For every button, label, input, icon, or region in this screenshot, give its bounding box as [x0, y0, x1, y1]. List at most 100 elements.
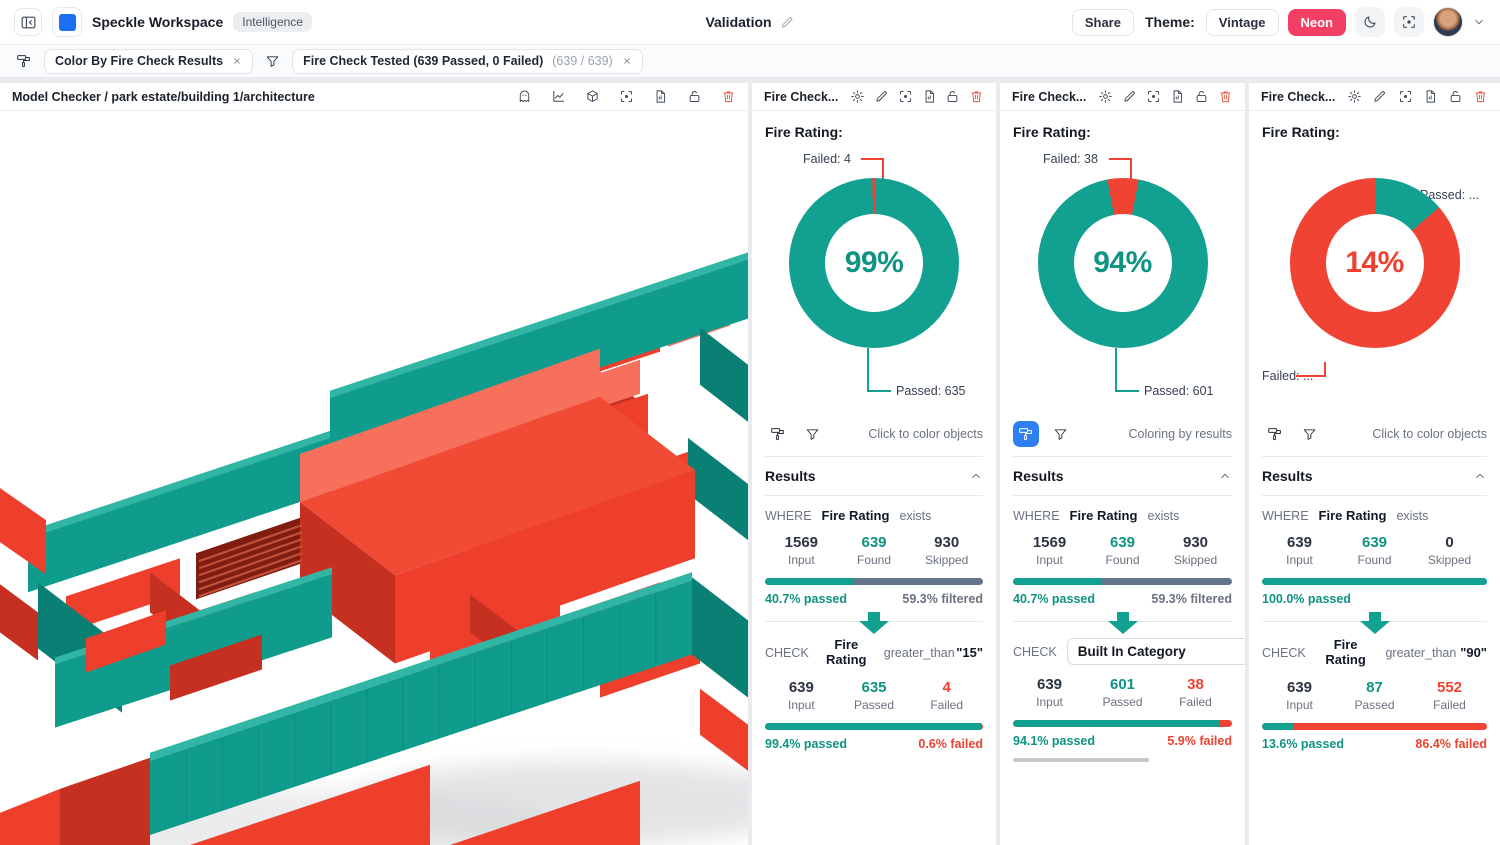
check-clause: CHECK Fire Rating greater_than "90" 639I… — [1262, 621, 1487, 764]
file-icon[interactable] — [1423, 89, 1438, 104]
stat-value: 639 — [1262, 534, 1337, 551]
callout-line — [1109, 158, 1131, 160]
donut-chart: Failed: 4 99% Passed: 635 — [765, 140, 983, 412]
trash-icon[interactable] — [721, 89, 736, 104]
gear-icon[interactable] — [1098, 89, 1113, 104]
trash-icon[interactable] — [969, 89, 984, 104]
check-value: "15" — [956, 645, 983, 660]
chevron-down-icon[interactable] — [1472, 15, 1486, 29]
color-objects-button[interactable] — [765, 421, 791, 447]
horizontal-scrollbar[interactable] — [1013, 758, 1149, 762]
chevron-up-icon — [1473, 469, 1487, 483]
check-field: Fire Rating — [1320, 638, 1372, 668]
funnel-icon — [1302, 427, 1317, 442]
lock-open-icon[interactable] — [1448, 89, 1463, 104]
file-icon[interactable] — [1170, 89, 1185, 104]
check-category-select[interactable]: Built In Category — [1067, 638, 1245, 665]
failed-callout: Failed: 4 — [803, 152, 851, 166]
funnel-icon[interactable] — [265, 54, 280, 69]
failed-note: 5.9% failed — [1167, 734, 1232, 748]
failed-callout: Failed: 38 — [1043, 152, 1098, 166]
results-section-toggle[interactable]: Results — [1013, 456, 1232, 496]
filtered-note: 59.3% filtered — [902, 592, 983, 606]
results-section-toggle[interactable]: Results — [765, 456, 983, 496]
stat-label: Failed — [1159, 695, 1232, 709]
results-section-toggle[interactable]: Results — [1262, 456, 1487, 496]
document-title: Validation — [705, 14, 771, 30]
chevron-up-icon — [969, 469, 983, 483]
focus-mode-button[interactable] — [1394, 7, 1424, 37]
failed-note: 0.6% failed — [918, 737, 983, 751]
building-model — [0, 111, 748, 845]
donut-ring[interactable]: 14% — [1290, 178, 1460, 348]
workspace-logo[interactable] — [52, 7, 82, 37]
panel-collapse-button[interactable] — [14, 8, 42, 36]
stat-value: 639 — [1086, 534, 1159, 551]
isolate-filter-button[interactable] — [1047, 421, 1073, 447]
close-icon[interactable] — [232, 56, 242, 66]
where-op: exists — [899, 509, 931, 523]
avatar[interactable] — [1433, 7, 1463, 37]
moon-icon — [1362, 14, 1378, 30]
speckle-logo-icon — [59, 14, 76, 31]
stat-label: Input — [1013, 553, 1086, 567]
color-objects-button[interactable] — [1262, 421, 1288, 447]
edit-icon[interactable] — [780, 15, 795, 30]
failed-note: 86.4% failed — [1415, 737, 1487, 751]
passed-note: 40.7% passed — [765, 592, 847, 606]
passed-note: 99.4% passed — [765, 737, 847, 751]
edit-icon[interactable] — [1122, 89, 1137, 104]
paint-roller-icon[interactable] — [16, 53, 32, 69]
scan-icon[interactable] — [619, 89, 634, 104]
file-icon[interactable] — [922, 89, 937, 104]
lock-open-icon[interactable] — [687, 89, 702, 104]
donut-ring[interactable]: 94% — [1038, 178, 1208, 348]
lock-open-icon[interactable] — [1194, 89, 1209, 104]
fire-check-filter-tab[interactable]: Fire Check Tested (639 Passed, 0 Failed)… — [292, 49, 643, 74]
isolate-filter-button[interactable] — [799, 421, 825, 447]
where-keyword: WHERE — [1013, 509, 1060, 523]
stat-value: 639 — [765, 679, 838, 696]
flow-arrow-icon — [1108, 612, 1138, 639]
scan-icon[interactable] — [1398, 89, 1413, 104]
where-keyword: WHERE — [1262, 509, 1309, 523]
cube-icon[interactable] — [585, 89, 600, 104]
stat-value: 639 — [1262, 679, 1337, 696]
ghost-icon[interactable] — [517, 89, 532, 104]
share-button[interactable]: Share — [1072, 9, 1134, 36]
line-chart-icon[interactable] — [551, 89, 566, 104]
stat-label: Skipped — [910, 553, 983, 567]
lock-open-icon[interactable] — [945, 89, 960, 104]
trash-icon[interactable] — [1218, 89, 1233, 104]
stat-value: 1569 — [1013, 534, 1086, 551]
color-objects-button[interactable] — [1013, 421, 1039, 447]
trash-icon[interactable] — [1473, 89, 1488, 104]
donut-ring[interactable]: 99% — [789, 178, 959, 348]
isolate-filter-button[interactable] — [1296, 421, 1322, 447]
color-filter-tab[interactable]: Color By Fire Check Results — [44, 49, 253, 74]
scan-icon[interactable] — [898, 89, 913, 104]
scan-icon[interactable] — [1146, 89, 1161, 104]
where-op: exists — [1396, 509, 1428, 523]
file-icon[interactable] — [653, 89, 668, 104]
callout-line — [1324, 362, 1326, 376]
edit-icon[interactable] — [1372, 89, 1387, 104]
progress-bar — [765, 723, 983, 730]
paint-roller-icon — [1267, 426, 1283, 442]
dark-mode-button[interactable] — [1355, 7, 1385, 37]
workspace-badge: Intelligence — [233, 12, 312, 32]
where-clause: WHERE Fire Rating exists 1569Input 639Fo… — [765, 496, 983, 619]
theme-neon-button[interactable]: Neon — [1288, 9, 1347, 36]
where-op: exists — [1147, 509, 1179, 523]
check-clause: CHECK Built In Category 639Input 601Pass… — [1013, 621, 1232, 775]
edit-icon[interactable] — [874, 89, 889, 104]
top-header: Speckle Workspace Intelligence Validatio… — [0, 0, 1500, 45]
close-icon[interactable] — [622, 56, 632, 66]
gear-icon[interactable] — [1347, 89, 1362, 104]
model-3d-view[interactable] — [0, 111, 748, 845]
theme-vintage-button[interactable]: Vintage — [1206, 9, 1279, 36]
gear-icon[interactable] — [850, 89, 865, 104]
passed-note: 13.6% passed — [1262, 737, 1344, 751]
stat-value: 552 — [1412, 679, 1487, 696]
stat-label: Found — [838, 553, 911, 567]
